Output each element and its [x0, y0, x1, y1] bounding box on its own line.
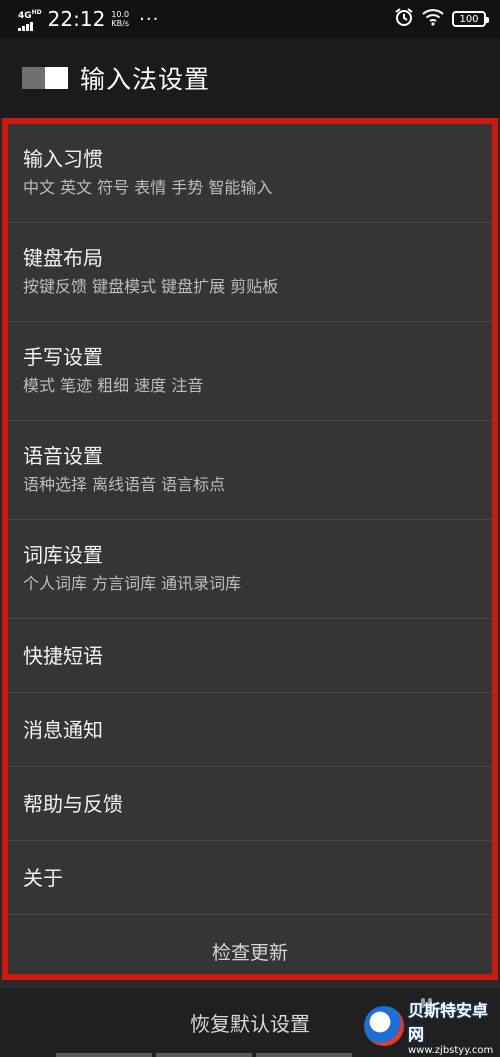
bottom-tab-strip	[56, 1053, 352, 1057]
menu-item-dictionary[interactable]: 词库设置 个人词库 方言词库 通讯录词库	[8, 520, 492, 619]
menu-item-title: 关于	[23, 865, 63, 890]
menu-item-title: 键盘布局	[23, 246, 103, 270]
wifi-icon	[422, 8, 444, 30]
battery-level: 100	[459, 13, 479, 25]
menu-item-title: 手写设置	[23, 345, 103, 369]
network-sup: HD	[31, 8, 42, 16]
menu-item-input-habits[interactable]: 输入习惯 中文 英文 符号 表情 手势 智能输入	[8, 124, 492, 223]
menu-item-handwriting[interactable]: 手写设置 模式 笔迹 粗细 速度 注音	[8, 322, 492, 421]
bottom-bar: 恢复默认设置 贝斯特安卓网 www.zjbstyy.com	[0, 980, 500, 1057]
menu-item-notifications[interactable]: 消息通知	[8, 693, 492, 767]
watermark-logo-icon	[364, 1006, 404, 1046]
watermark-url: www.zjbstyy.com	[408, 1044, 494, 1056]
menu-item-subtitle: 个人词库 方言词库 通讯录词库	[23, 574, 242, 593]
speed-value: 10.0	[111, 10, 130, 19]
menu-item-title: 帮助与反馈	[23, 791, 123, 816]
check-update-button[interactable]: 检查更新	[8, 915, 492, 988]
settings-list: 输入习惯 中文 英文 符号 表情 手势 智能输入 键盘布局 按键反馈 键盘模式 …	[2, 118, 498, 980]
menu-item-title: 输入习惯	[23, 147, 103, 171]
network-type: 4G	[18, 10, 32, 21]
clock: 22:12	[47, 7, 106, 31]
network-speed: 10.0 KB/s	[111, 10, 129, 28]
menu-item-help-feedback[interactable]: 帮助与反馈	[8, 767, 492, 841]
menu-item-about[interactable]: 关于	[8, 841, 492, 915]
watermark-name: 贝斯特安卓网	[408, 1000, 489, 1044]
menu-item-title: 消息通知	[23, 717, 103, 742]
watermark: 贝斯特安卓网 www.zjbstyy.com	[364, 1001, 496, 1056]
more-notifications-icon: ···	[139, 8, 160, 30]
menu-item-subtitle: 语种选择 离线语音 语言标点	[23, 475, 226, 494]
app-header: 输入法设置	[0, 38, 500, 118]
menu-item-title: 词库设置	[23, 543, 103, 567]
network-indicator: 4GHD	[18, 8, 42, 31]
menu-item-title: 快捷短语	[23, 643, 103, 668]
menu-item-title: 语音设置	[23, 444, 103, 468]
signal-icon	[18, 21, 42, 31]
alarm-icon	[394, 7, 414, 31]
menu-item-quick-phrases[interactable]: 快捷短语	[8, 619, 492, 693]
battery-icon: 100	[452, 11, 489, 27]
menu-item-keyboard-layout[interactable]: 键盘布局 按键反馈 键盘模式 键盘扩展 剪贴板	[8, 223, 492, 322]
menu-item-voice[interactable]: 语音设置 语种选择 离线语音 语言标点	[8, 421, 492, 520]
page-title: 输入法设置	[80, 65, 211, 94]
menu-item-subtitle: 按键反馈 键盘模式 键盘扩展 剪贴板	[23, 277, 279, 296]
app-logo-icon	[22, 67, 68, 89]
speed-unit: KB/s	[111, 19, 130, 28]
menu-item-subtitle: 中文 英文 符号 表情 手势 智能输入	[23, 178, 273, 197]
status-bar: 4GHD 22:12 10.0 KB/s ··· 100	[0, 0, 500, 38]
menu-item-subtitle: 模式 笔迹 粗细 速度 注音	[23, 376, 204, 395]
